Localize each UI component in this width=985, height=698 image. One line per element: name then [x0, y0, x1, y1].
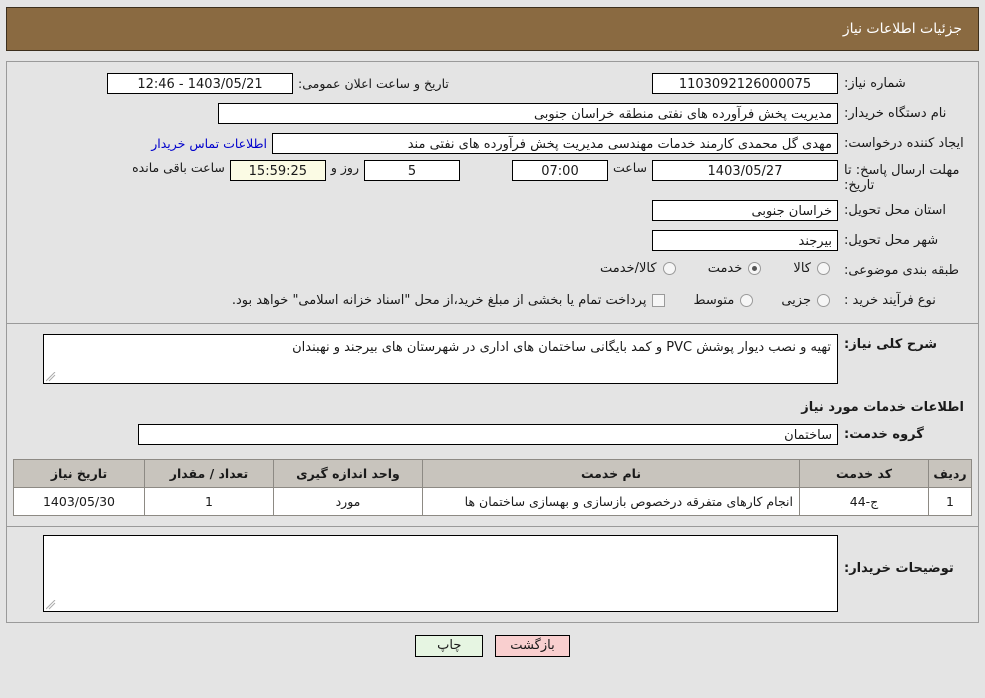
cell-need-date: 1403/05/30: [13, 487, 145, 516]
category-radio-2[interactable]: [662, 262, 676, 275]
need-description-textarea[interactable]: تهیه و نصب دیوار پوشش PVC و کمد بایگانی …: [43, 334, 838, 384]
category-option-2-label: کالا/خدمت: [600, 261, 657, 276]
row-purchase-process: نوع فرآیند خرید : جزیی متوسط پرداخت تمام…: [7, 285, 978, 315]
announce-date-value: 1403/05/21 - 12:46: [107, 72, 293, 94]
col-service-name: نام خدمت: [422, 459, 800, 488]
buyer-notes-section: توضیحات خریدار:: [7, 527, 978, 623]
table-row: 1 ج-44 انجام کارهای متفرقه درخصوص بازساز…: [13, 487, 972, 516]
row-service-group: گروه خدمت: ساختمان: [7, 419, 978, 455]
col-quantity: تعداد / مقدار: [144, 459, 274, 488]
row-buyer-notes: توضیحات خریدار:: [7, 527, 978, 622]
delivery-city-value: بیرجند: [652, 229, 838, 251]
print-button[interactable]: چاپ: [415, 635, 484, 657]
deadline-label-line2: تاریخ:: [844, 178, 875, 193]
row-request-creator: ایجاد کننده درخواست: مهدی گل محمدی کارمن…: [7, 128, 978, 158]
category-option-1[interactable]: خدمت: [708, 261, 762, 276]
category-option-0[interactable]: کالا: [793, 261, 830, 276]
treasury-bond-checkbox-option[interactable]: پرداخت تمام یا بخشی از مبلغ خرید،از محل …: [232, 293, 666, 308]
subject-category-label: طبقه بندی موضوعی:: [844, 262, 960, 278]
deadline-time-label: ساعت: [612, 160, 647, 175]
buyer-org-value: مدیریت پخش فرآورده های نفتی منطقه خراسان…: [218, 102, 838, 124]
row-delivery-city: شهر محل تحویل: بیرجند: [7, 225, 978, 255]
purchase-process-label: نوع فرآیند خرید :: [844, 292, 936, 308]
cell-service-code: ج-44: [799, 487, 929, 516]
resize-grip-icon[interactable]: [46, 600, 56, 610]
category-radio-1[interactable]: [748, 262, 762, 275]
need-description-section: شرح کلی نیاز: تهیه و نصب دیوار پوشش PVC …: [7, 324, 978, 527]
page-header: جزئیات اطلاعات نیاز: [6, 7, 979, 51]
col-need-date: تاریخ نیاز: [13, 459, 145, 488]
buyer-org-label: نام دستگاه خریدار:: [844, 105, 947, 121]
deadline-days-label: روز و: [330, 160, 359, 175]
service-group-value: ساختمان: [138, 423, 838, 445]
category-option-1-label: خدمت: [707, 261, 743, 276]
row-response-deadline: مهلت ارسال پاسخ: تا تاریخ: 1403/05/27 سا…: [7, 158, 978, 195]
services-table: ردیف کد خدمت نام خدمت واحد اندازه گیری ت…: [13, 459, 972, 516]
back-button[interactable]: بازگشت: [495, 635, 570, 657]
process-radio-0[interactable]: [817, 293, 830, 307]
row-need-description: شرح کلی نیاز: تهیه و نصب دیوار پوشش PVC …: [7, 324, 978, 392]
category-radio-0[interactable]: [817, 262, 830, 275]
deadline-label-line1: مهلت ارسال پاسخ: تا: [844, 163, 960, 178]
col-unit: واحد اندازه گیری: [273, 459, 423, 488]
service-group-label: گروه خدمت:: [844, 426, 924, 442]
deadline-remaining-label: ساعت باقی مانده: [132, 160, 225, 175]
cell-unit: مورد: [273, 487, 423, 516]
process-radio-1[interactable]: [740, 293, 754, 307]
deadline-days-value: 5: [363, 160, 460, 181]
col-row-no: ردیف: [928, 459, 972, 488]
buyer-contact-link[interactable]: اطلاعات تماس خریدار: [146, 136, 272, 151]
process-option-1[interactable]: متوسط: [693, 292, 754, 308]
treasury-bond-label: پرداخت تمام یا بخشی از مبلغ خرید،از محل …: [231, 292, 647, 308]
row-delivery-province: استان محل تحویل: خراسان جنوبی: [7, 195, 978, 225]
treasury-bond-checkbox[interactable]: [652, 293, 666, 307]
need-description-value: تهیه و نصب دیوار پوشش PVC و کمد بایگانی …: [292, 340, 831, 355]
process-option-0-label: جزیی: [781, 292, 811, 308]
row-subject-category: طبقه بندی موضوعی: کالا خدمت کالا/خدمت: [7, 255, 978, 285]
need-number-value: 1103092126000075: [652, 72, 838, 94]
cell-service-name: انجام کارهای متفرقه درخصوص بازسازی و بهس…: [422, 487, 800, 516]
buyer-notes-label: توضیحات خریدار:: [844, 561, 954, 576]
need-number-label: شماره نیاز:: [844, 75, 906, 91]
col-service-code: کد خدمت: [799, 459, 929, 488]
delivery-city-label: شهر محل تحویل:: [844, 232, 939, 248]
services-section-heading: اطلاعات خدمات مورد نیاز: [801, 400, 964, 415]
footer-actions: بازگشت چاپ: [6, 635, 979, 657]
table-header-row: ردیف کد خدمت نام خدمت واحد اندازه گیری ت…: [13, 459, 972, 488]
deadline-date-value: 1403/05/27: [652, 160, 838, 181]
row-buyer-org: نام دستگاه خریدار: مدیریت پخش فرآورده ها…: [7, 98, 978, 128]
deadline-countdown-value: 15:59:25: [229, 160, 326, 181]
resize-grip-icon[interactable]: [46, 372, 56, 382]
category-option-0-label: کالا: [793, 261, 811, 276]
delivery-province-label: استان محل تحویل:: [844, 202, 946, 218]
content-frame: شماره نیاز: 1103092126000075 تاریخ و ساع…: [6, 61, 979, 623]
cell-row-no: 1: [928, 487, 972, 516]
process-option-0[interactable]: جزیی: [781, 293, 830, 308]
services-table-wrap: ردیف کد خدمت نام خدمت واحد اندازه گیری ت…: [7, 455, 978, 526]
purchase-process-options: جزیی متوسط پرداخت تمام یا بخشی از مبلغ خ…: [232, 293, 838, 308]
row-need-number: شماره نیاز: 1103092126000075 تاریخ و ساع…: [7, 68, 978, 98]
subject-category-options: کالا خدمت کالا/خدمت: [572, 261, 838, 279]
announce-date-label: تاریخ و ساعت اعلان عمومی:: [298, 75, 449, 91]
deadline-label: مهلت ارسال پاسخ: تا تاریخ:: [838, 160, 978, 193]
delivery-province-value: خراسان جنوبی: [652, 199, 838, 221]
buyer-notes-textarea[interactable]: [43, 535, 838, 612]
need-info-section: شماره نیاز: 1103092126000075 تاریخ و ساع…: [7, 62, 978, 324]
request-creator-value: مهدی گل محمدی کارمند خدمات مهندسی مدیریت…: [272, 132, 838, 154]
request-creator-label: ایجاد کننده درخواست:: [844, 135, 964, 151]
deadline-time-value: 07:00: [511, 160, 608, 181]
need-description-label: شرح کلی نیاز:: [844, 337, 938, 352]
process-option-1-label: متوسط: [693, 292, 735, 308]
category-option-2[interactable]: کالا/خدمت: [600, 261, 676, 276]
cell-quantity: 1: [144, 487, 274, 516]
page-title: جزئیات اطلاعات نیاز: [842, 21, 962, 37]
